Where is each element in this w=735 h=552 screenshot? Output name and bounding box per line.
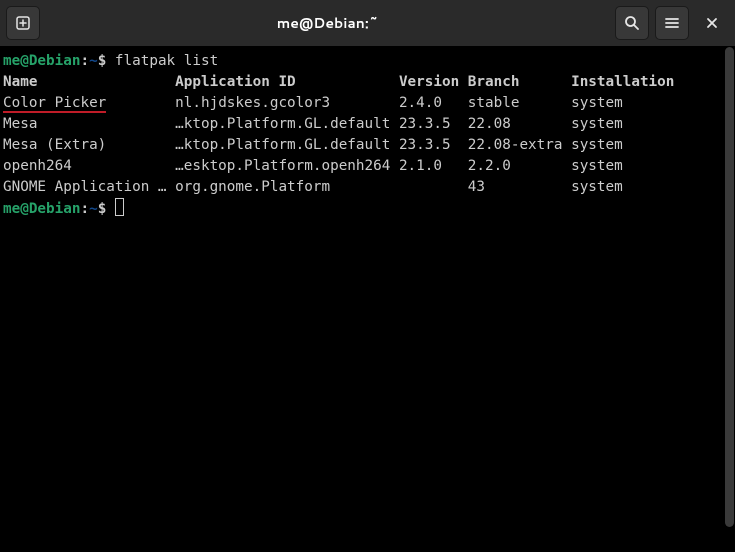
hamburger-icon [664,15,680,31]
scrollbar[interactable] [724,46,735,552]
close-button[interactable] [695,6,729,40]
close-icon [705,16,719,30]
new-tab-icon [15,15,31,31]
table-header: Name Application ID Version Branch Insta… [3,72,735,93]
terminal-output: me@Debian:~$ flatpak listName Applicatio… [0,46,735,223]
table-row: openh264 …esktop.Platform.openh264 2.1.0… [3,156,735,177]
prompt-dollar: $ [98,201,115,217]
scrollbar-thumb[interactable] [725,47,734,527]
prompt-colon: : [80,201,89,217]
command-text: flatpak list [115,53,218,69]
prompt-userhost: me@Debian [3,53,80,69]
table-row: GNOME Application … org.gnome.Platform 4… [3,177,735,198]
prompt-colon: : [80,53,89,69]
prompt-dollar: $ [98,53,115,69]
prompt-userhost: me@Debian [3,201,80,217]
search-button[interactable] [615,6,649,40]
table-row: Mesa (Extra) …ktop.Platform.GL.default 2… [3,135,735,156]
table-row: Mesa …ktop.Platform.GL.default 23.3.5 22… [3,114,735,135]
titlebar: me@Debian:~ [0,0,735,46]
menu-button[interactable] [655,6,689,40]
table-row: Color Picker nl.hjdskes.gcolor3 2.4.0 st… [3,93,735,114]
terminal-area[interactable]: me@Debian:~$ flatpak listName Applicatio… [0,46,735,552]
search-icon [624,15,640,31]
prompt-path: ~ [89,53,98,69]
cursor [115,198,124,216]
window-title: me@Debian:~ [46,13,609,33]
prompt-path: ~ [89,201,98,217]
new-tab-button[interactable] [6,6,40,40]
